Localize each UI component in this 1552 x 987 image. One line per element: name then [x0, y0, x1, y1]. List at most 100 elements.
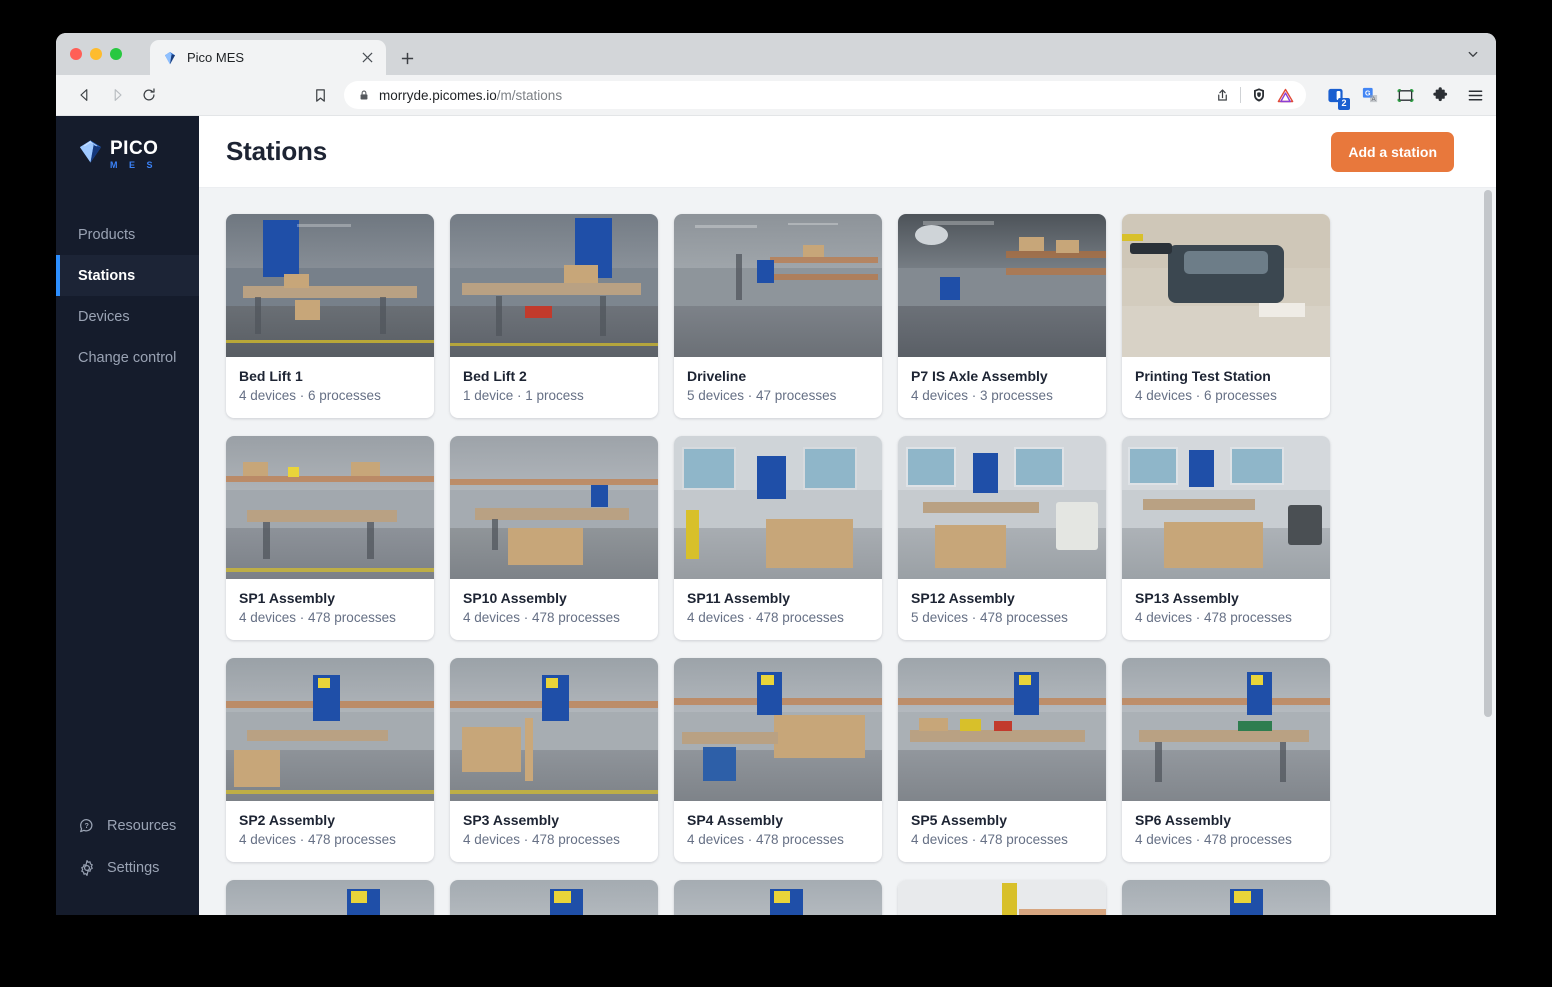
tab-count-badge: 2: [1338, 98, 1350, 110]
browser-menu-icon[interactable]: [1464, 84, 1486, 106]
maximize-window-button[interactable]: [110, 48, 122, 60]
station-card[interactable]: SP6 Assembly 4 devices · 478 processes: [1122, 658, 1330, 862]
page-title: Stations: [226, 136, 327, 167]
sidebar-item-settings[interactable]: Settings: [56, 847, 199, 889]
station-name: SP1 Assembly: [239, 590, 421, 606]
logo-primary-text: PICO: [110, 139, 158, 158]
station-name: SP12 Assembly: [911, 590, 1093, 606]
app-logo[interactable]: PICO M E S: [56, 116, 199, 196]
station-meta: 5 devices · 47 processes: [687, 388, 869, 403]
station-thumbnail: [226, 880, 434, 915]
bookmark-icon[interactable]: [304, 81, 336, 109]
browser-tab-strip: Pico MES: [56, 33, 1496, 75]
sidebar-item-devices[interactable]: Devices: [56, 296, 199, 337]
close-icon[interactable]: [358, 49, 376, 67]
page-scrollbar[interactable]: [1484, 188, 1492, 915]
station-thumbnail: [1122, 214, 1330, 357]
station-card[interactable]: SP10 Assembly 4 devices · 478 processes: [450, 436, 658, 640]
sidebar-item-change-control[interactable]: Change control: [56, 337, 199, 378]
scrollbar-thumb[interactable]: [1484, 190, 1492, 717]
station-card[interactable]: Printing Test Station 4 devices · 6 proc…: [1122, 214, 1330, 418]
station-card[interactable]: [1122, 880, 1330, 915]
station-card[interactable]: SP12 Assembly 5 devices · 478 processes: [898, 436, 1106, 640]
station-card[interactable]: SP13 Assembly 4 devices · 478 processes: [1122, 436, 1330, 640]
station-meta: 4 devices · 478 processes: [239, 832, 421, 847]
stations-scroll-area[interactable]: Bed Lift 1 4 devices · 6 processes: [199, 188, 1496, 915]
station-name: P7 IS Axle Assembly: [911, 368, 1093, 384]
address-bar[interactable]: morryde.picomes.io/m/stations: [344, 81, 1306, 109]
sidebar-item-resources[interactable]: ? Resources: [56, 805, 199, 847]
station-card[interactable]: SP2 Assembly 4 devices · 478 processes: [226, 658, 434, 862]
browser-extension-toolbar: 2 G A: [1308, 84, 1486, 106]
sidebar-item-stations[interactable]: Stations: [56, 255, 199, 296]
page-header: Stations Add a station: [199, 116, 1496, 188]
station-card[interactable]: SP3 Assembly 4 devices · 478 processes: [450, 658, 658, 862]
station-card[interactable]: SP11 Assembly 4 devices · 478 processes: [674, 436, 882, 640]
stations-grid: Bed Lift 1 4 devices · 6 processes: [226, 214, 1346, 915]
brave-leo-triangle-icon[interactable]: [1277, 88, 1294, 103]
station-meta: 4 devices · 478 processes: [463, 610, 645, 625]
station-card[interactable]: [450, 880, 658, 915]
station-name: SP6 Assembly: [1135, 812, 1317, 828]
station-thumbnail: [1122, 880, 1330, 915]
browser-tab[interactable]: Pico MES: [150, 40, 386, 75]
station-card[interactable]: P7 IS Axle Assembly 4 devices · 3 proces…: [898, 214, 1106, 418]
sidebar-tabs-icon[interactable]: 2: [1324, 84, 1346, 106]
station-name: SP2 Assembly: [239, 812, 421, 828]
station-meta: 4 devices · 478 processes: [1135, 610, 1317, 625]
station-thumbnail: [226, 658, 434, 801]
station-thumbnail: [226, 214, 434, 357]
minimize-window-button[interactable]: [90, 48, 102, 60]
station-card[interactable]: [674, 880, 882, 915]
station-name: Bed Lift 2: [463, 368, 645, 384]
extensions-puzzle-icon[interactable]: [1429, 84, 1451, 106]
station-card[interactable]: SP4 Assembly 4 devices · 478 processes: [674, 658, 882, 862]
station-meta: 1 device · 1 process: [463, 388, 645, 403]
station-thumbnail: [450, 214, 658, 357]
station-meta: 4 devices · 6 processes: [239, 388, 421, 403]
station-name: Bed Lift 1: [239, 368, 421, 384]
add-station-button[interactable]: Add a station: [1331, 132, 1454, 172]
station-card[interactable]: Bed Lift 1 4 devices · 6 processes: [226, 214, 434, 418]
main-content: Stations Add a station: [199, 116, 1496, 915]
sidebar-nav: Products Stations Devices Change control: [56, 214, 199, 378]
close-window-button[interactable]: [70, 48, 82, 60]
google-translate-icon[interactable]: G A: [1359, 84, 1381, 106]
station-thumbnail: [898, 214, 1106, 357]
station-card[interactable]: [898, 880, 1106, 915]
window-traffic-lights: [70, 48, 122, 60]
browser-tab-title: Pico MES: [187, 50, 349, 65]
application-body: PICO M E S Products Stations Devices Cha…: [56, 116, 1496, 915]
station-card[interactable]: Bed Lift 2 1 device · 1 process: [450, 214, 658, 418]
brave-shields-lion-icon[interactable]: [1251, 87, 1267, 103]
sidebar-item-products[interactable]: Products: [56, 214, 199, 255]
station-card[interactable]: SP1 Assembly 4 devices · 478 processes: [226, 436, 434, 640]
station-thumbnail: [1122, 658, 1330, 801]
station-thumbnail: [898, 658, 1106, 801]
station-meta: 4 devices · 478 processes: [239, 610, 421, 625]
logo-secondary-text: M E S: [110, 161, 158, 170]
plus-icon[interactable]: [392, 42, 422, 74]
share-icon[interactable]: [1215, 88, 1230, 103]
reload-icon[interactable]: [134, 81, 164, 109]
chevron-down-icon[interactable]: [1460, 42, 1486, 66]
station-name: Driveline: [687, 368, 869, 384]
station-meta: 4 devices · 478 processes: [687, 832, 869, 847]
station-thumbnail: [1122, 436, 1330, 579]
divider: [1240, 87, 1241, 103]
address-host: morryde.picomes.io: [379, 88, 497, 103]
station-card[interactable]: Driveline 5 devices · 47 processes: [674, 214, 882, 418]
station-thumbnail: [674, 880, 882, 915]
station-thumbnail: [674, 436, 882, 579]
station-card[interactable]: [226, 880, 434, 915]
forward-arrow-icon: [102, 81, 132, 109]
sidebar-item-label: Settings: [107, 860, 159, 876]
back-arrow-icon[interactable]: [70, 81, 100, 109]
station-meta: 4 devices · 478 processes: [687, 610, 869, 625]
station-card[interactable]: SP5 Assembly 4 devices · 478 processes: [898, 658, 1106, 862]
svg-text:?: ?: [84, 821, 88, 830]
browser-window: Pico MES: [56, 33, 1496, 915]
sidebar-item-label: Products: [78, 227, 135, 243]
gear-icon: [78, 859, 96, 877]
picture-in-picture-icon[interactable]: [1394, 84, 1416, 106]
